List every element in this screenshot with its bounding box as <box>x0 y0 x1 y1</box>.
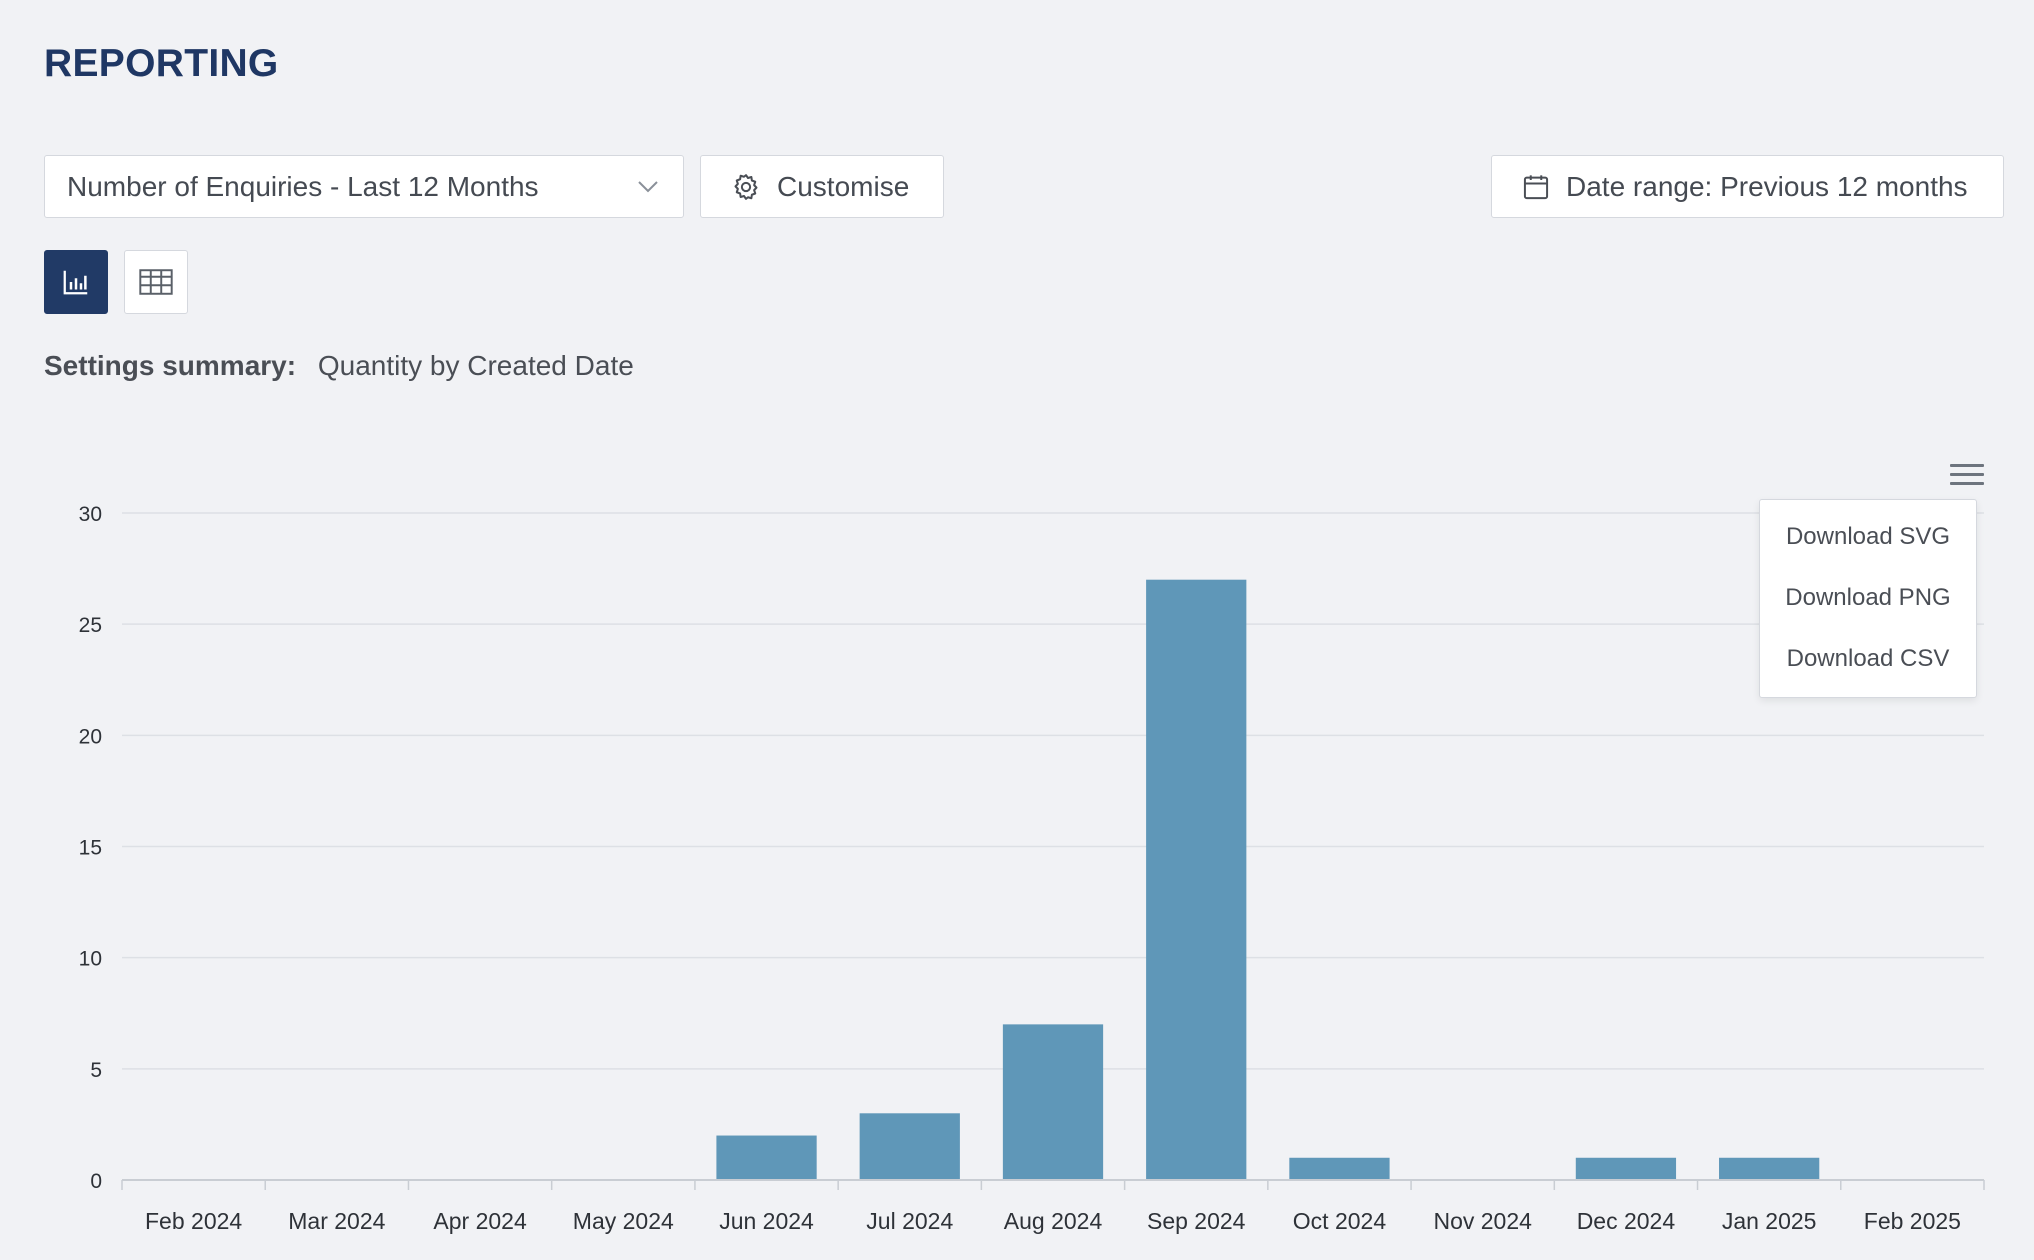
x-tick-label: Aug 2024 <box>1004 1208 1103 1234</box>
x-tick-label: Apr 2024 <box>433 1208 527 1234</box>
download-svg-item[interactable]: Download SVG <box>1760 514 1976 575</box>
download-csv-item[interactable]: Download CSV <box>1760 636 1976 697</box>
bar[interactable] <box>1146 579 1247 1180</box>
enquiries-bar-chart: 0 5 10 15 20 25 30 Feb 2024 Mar 2024 Apr 2024 May … <box>79 503 1985 1234</box>
bar[interactable] <box>1719 1157 1820 1180</box>
x-tick-label: Jan 2025 <box>1722 1208 1817 1234</box>
y-tick-label: 15 <box>79 837 102 860</box>
x-tick-label: Jul 2024 <box>866 1208 953 1234</box>
bar[interactable] <box>1002 1024 1104 1180</box>
y-tick-label: 5 <box>90 1059 102 1082</box>
x-tick-label: Dec 2024 <box>1577 1208 1676 1234</box>
x-tick-label: Oct 2024 <box>1293 1208 1387 1234</box>
x-tick-label: Feb 2024 <box>145 1208 242 1234</box>
y-tick-label: 0 <box>90 1170 102 1193</box>
x-tick-label: Sep 2024 <box>1147 1208 1246 1234</box>
x-tick-label: Jun 2024 <box>719 1208 814 1234</box>
bar[interactable] <box>1289 1157 1390 1180</box>
x-tick-label: Nov 2024 <box>1433 1208 1532 1234</box>
y-tick-label: 25 <box>79 614 102 637</box>
x-tick-label: Mar 2024 <box>288 1208 385 1234</box>
x-tick-label: May 2024 <box>573 1208 674 1234</box>
bar[interactable] <box>716 1135 817 1180</box>
y-tick-label: 10 <box>79 948 102 971</box>
bar[interactable] <box>1575 1157 1677 1180</box>
hamburger-menu-icon[interactable] <box>1950 464 1984 492</box>
x-tick-label: Feb 2025 <box>1864 1208 1961 1234</box>
export-menu: Download SVG Download PNG Download CSV <box>1759 499 1977 698</box>
y-tick-label: 30 <box>79 503 102 526</box>
download-png-item[interactable]: Download PNG <box>1760 575 1976 636</box>
y-tick-label: 20 <box>79 725 102 748</box>
bar[interactable] <box>859 1113 960 1180</box>
